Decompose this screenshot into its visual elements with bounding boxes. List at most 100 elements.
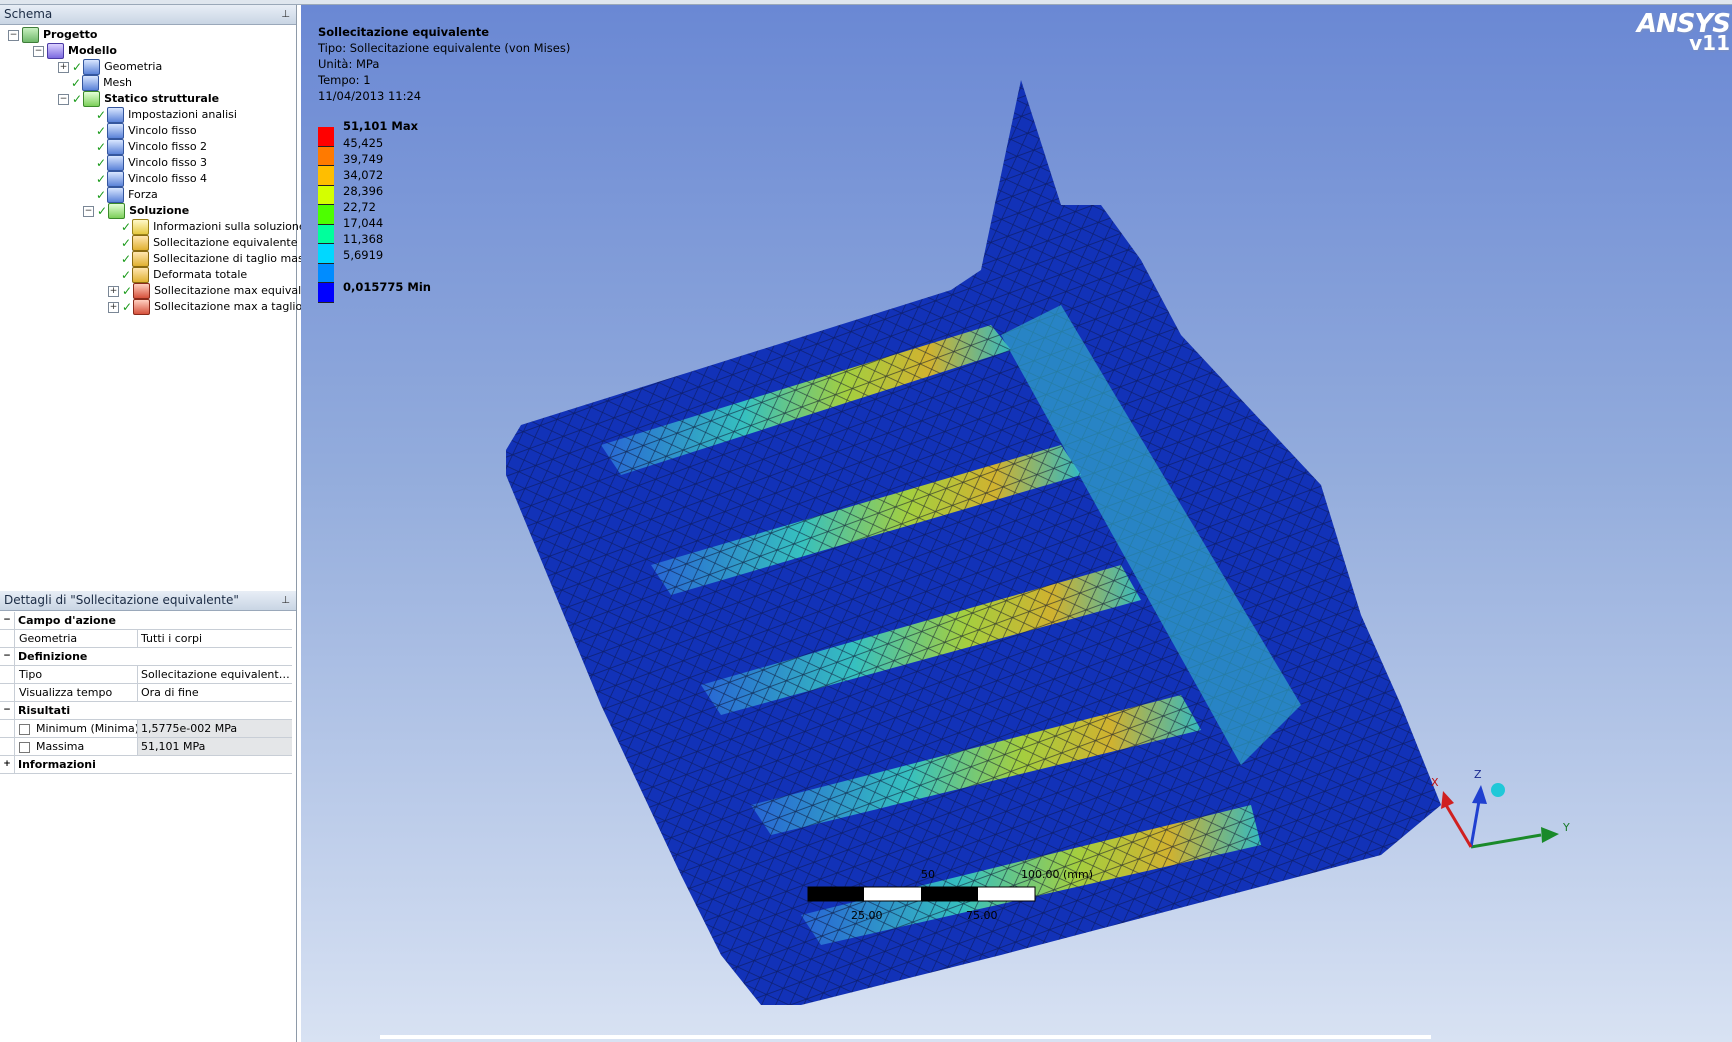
tree-node-label: Modello bbox=[68, 44, 117, 57]
details-property-row[interactable]: Visualizza tempo Ora di fine bbox=[0, 684, 292, 702]
tree-node[interactable]: ✓ Mesh bbox=[58, 75, 132, 91]
pin-icon[interactable]: ⊥ bbox=[281, 5, 290, 24]
tree-node-label: Impostazioni analisi bbox=[128, 108, 237, 121]
property-value[interactable]: 51,101 MPa bbox=[138, 738, 292, 755]
collapse-icon[interactable]: − bbox=[33, 45, 44, 57]
tree-node[interactable]: ✓ Impostazioni analisi bbox=[83, 107, 237, 123]
status-check-icon: ✓ bbox=[121, 236, 132, 250]
tree-node[interactable]: − Progetto bbox=[8, 27, 97, 43]
details-category[interactable]: − Definizione bbox=[0, 648, 292, 666]
status-check-icon: ✓ bbox=[122, 300, 133, 314]
mesh-icon bbox=[82, 75, 100, 91]
bucket-body bbox=[506, 80, 1441, 1005]
status-check-icon: ✓ bbox=[72, 92, 83, 106]
fe-model-render bbox=[506, 80, 1559, 1005]
tree-node-label: Vincolo fisso 4 bbox=[128, 172, 208, 185]
tree-node[interactable]: ✓ Vincolo fisso 3 bbox=[83, 155, 207, 171]
outline-header: Schema ⊥ bbox=[0, 5, 296, 25]
tree-node[interactable]: ✓ Vincolo fisso bbox=[83, 123, 197, 139]
category-label: Risultati bbox=[18, 704, 71, 717]
tree-node[interactable]: − ✓ Soluzione bbox=[83, 203, 189, 219]
outline-tree: − Progetto − Modello + ✓ Geometria ✓ Mesh − ✓ Stati… bbox=[0, 25, 330, 595]
property-key: Minimum (Minima) bbox=[36, 722, 138, 735]
parameter-checkbox[interactable] bbox=[19, 723, 30, 735]
tree-node-label: Sollecitazione equivalente bbox=[153, 236, 298, 249]
scale-label-top: 100.00 (mm) bbox=[1021, 868, 1093, 881]
viewport-bottom-edge bbox=[380, 1035, 1431, 1039]
tree-node[interactable]: ✓ Sollecitazione equivalente bbox=[108, 235, 298, 251]
parameter-checkbox[interactable] bbox=[19, 741, 30, 753]
category-toggle-icon[interactable]: − bbox=[0, 648, 15, 665]
details-property-row[interactable]: Geometria Tutti i corpi bbox=[0, 630, 292, 648]
tree-node-label: Mesh bbox=[103, 76, 133, 89]
tree-node[interactable]: ✓ Vincolo fisso 2 bbox=[83, 139, 207, 155]
status-check-icon: ✓ bbox=[71, 76, 82, 90]
details-property-row[interactable]: Minimum (Minima) 1,5775e-002 MPa bbox=[0, 720, 292, 738]
triad-z-label: Z bbox=[1474, 768, 1482, 781]
analysis-settings-icon bbox=[107, 107, 125, 123]
graphics-viewport[interactable]: Sollecitazione equivalente Tipo: Solleci… bbox=[301, 5, 1732, 1042]
left-panel: Schema ⊥ − Progetto − Modello + ✓ Geometria ✓ Me… bbox=[0, 5, 330, 1042]
tree-node-label: Vincolo fisso 2 bbox=[128, 140, 208, 153]
details-category[interactable]: + Informazioni bbox=[0, 756, 292, 774]
scale-label-mid: 50 bbox=[921, 868, 935, 881]
tree-node[interactable]: ✓ Vincolo fisso 4 bbox=[83, 171, 207, 187]
status-check-icon: ✓ bbox=[122, 284, 133, 298]
details-property-row[interactable]: Massima 51,101 MPa bbox=[0, 738, 292, 756]
tree-node[interactable]: − ✓ Statico strutturale bbox=[58, 91, 219, 107]
expand-icon[interactable]: + bbox=[58, 61, 69, 73]
collapse-icon[interactable]: − bbox=[8, 29, 19, 41]
fixed-support-icon bbox=[107, 139, 125, 155]
tree-node-label: Geometria bbox=[104, 60, 163, 73]
tree-node[interactable]: ✓ Sollecitazione di taglio massima bbox=[108, 251, 330, 267]
property-key: Massima bbox=[36, 740, 85, 753]
pin-icon[interactable]: ⊥ bbox=[281, 591, 290, 610]
property-key: Visualizza tempo bbox=[19, 686, 113, 699]
solution-info-icon bbox=[132, 219, 150, 235]
tree-node-label: Informazioni sulla soluzione bbox=[153, 220, 306, 233]
outline-title: Schema bbox=[4, 7, 53, 21]
status-check-icon: ✓ bbox=[121, 252, 132, 266]
collapse-icon[interactable]: − bbox=[58, 93, 69, 105]
category-toggle-icon[interactable]: − bbox=[0, 702, 15, 719]
property-key: Tipo bbox=[19, 668, 43, 681]
tree-node[interactable]: + ✓ Sollecitazione max equivalente bbox=[108, 283, 326, 299]
tree-node[interactable]: ✓ Deformata totale bbox=[108, 267, 247, 283]
scale-label-a: 25.00 bbox=[851, 909, 883, 922]
details-category[interactable]: − Risultati bbox=[0, 702, 292, 720]
project-icon bbox=[22, 27, 39, 43]
tree-node[interactable]: + ✓ Sollecitazione max a taglio bbox=[108, 299, 302, 315]
tree-node-label: Progetto bbox=[43, 28, 98, 41]
tree-node-label: Statico strutturale bbox=[104, 92, 220, 105]
geometry-icon bbox=[83, 59, 101, 75]
tree-node[interactable]: ✓ Forza bbox=[83, 187, 158, 203]
category-toggle-icon[interactable]: + bbox=[0, 756, 15, 773]
status-check-icon: ✓ bbox=[121, 220, 132, 234]
property-value[interactable]: Sollecitazione equivalente (v... bbox=[138, 666, 292, 683]
collapse-icon[interactable]: − bbox=[83, 205, 94, 217]
details-gutter bbox=[0, 720, 15, 737]
tree-node[interactable]: ✓ Informazioni sulla soluzione bbox=[108, 219, 306, 235]
result-icon bbox=[132, 251, 150, 267]
details-property-row[interactable]: Tipo Sollecitazione equivalente (v... bbox=[0, 666, 292, 684]
category-toggle-icon[interactable]: − bbox=[0, 612, 15, 629]
status-check-icon: ✓ bbox=[96, 108, 107, 122]
fixed-support-icon bbox=[107, 123, 125, 139]
isometric-view-ball[interactable] bbox=[1491, 783, 1505, 797]
expand-icon[interactable]: + bbox=[108, 285, 119, 297]
details-gutter bbox=[0, 738, 15, 755]
expand-icon[interactable]: + bbox=[108, 301, 119, 313]
tree-node[interactable]: + ✓ Geometria bbox=[58, 59, 162, 75]
details-category[interactable]: − Campo d'azione bbox=[0, 612, 292, 630]
model-icon bbox=[47, 43, 64, 59]
stress-tool-icon bbox=[133, 283, 151, 299]
property-value[interactable]: Ora di fine bbox=[138, 684, 292, 701]
property-value[interactable]: 1,5775e-002 MPa bbox=[138, 720, 292, 737]
fixed-support-icon bbox=[107, 171, 125, 187]
tree-node-label: Sollecitazione max a taglio bbox=[154, 300, 303, 313]
force-icon bbox=[107, 187, 125, 203]
tree-node[interactable]: − Modello bbox=[33, 43, 117, 59]
details-gutter bbox=[0, 666, 15, 683]
property-value[interactable]: Tutti i corpi bbox=[138, 630, 292, 647]
status-check-icon: ✓ bbox=[96, 188, 107, 202]
